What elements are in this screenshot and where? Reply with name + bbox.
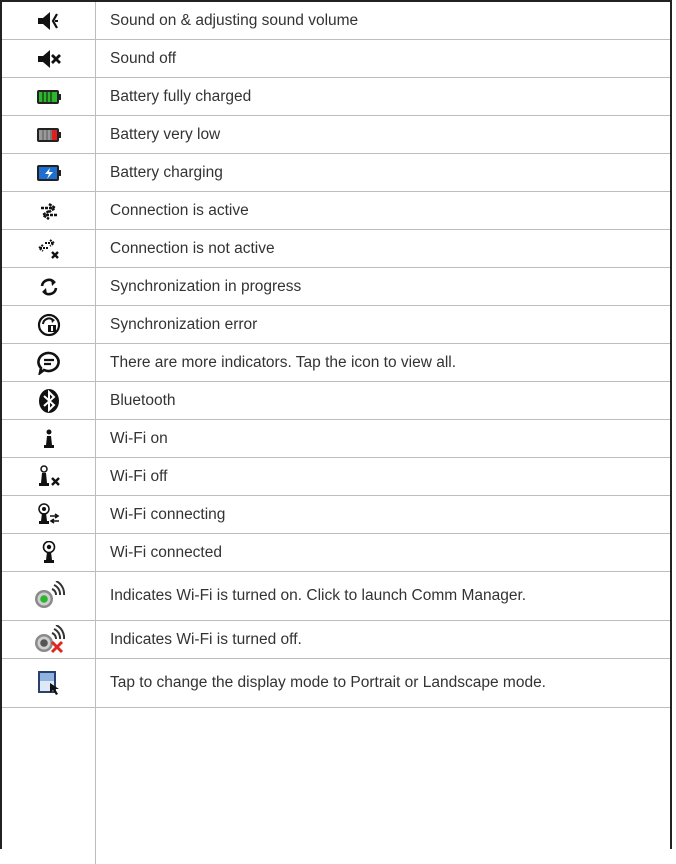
row-label: Tap to change the display mode to Portra… [110, 674, 546, 691]
table-row: Tap to change the display mode to Portra… [2, 659, 670, 708]
sound-off-icon [36, 49, 62, 69]
table-row: Indicates Wi-Fi is turned on. Click to l… [2, 572, 670, 621]
table-row: Synchronization in progress [2, 268, 670, 306]
table-row: Wi-Fi connecting [2, 496, 670, 534]
comm-manager-wifi-on-icon [33, 581, 65, 611]
row-label: Battery very low [110, 125, 221, 143]
row-label: Connection is not active [110, 239, 275, 257]
row-label: There are more indicators. Tap the icon … [110, 353, 457, 371]
display-mode-icon [36, 669, 62, 697]
wifi-on-icon [42, 429, 56, 449]
wifi-off-icon [36, 464, 62, 489]
empty-row [2, 708, 670, 864]
table-row: Connection is active [2, 192, 670, 230]
table-row: Battery fully charged [2, 78, 670, 116]
row-label: Battery fully charged [110, 87, 252, 105]
row-label: Wi-Fi connecting [110, 505, 226, 523]
row-label: Indicates Wi-Fi is turned on. Click to l… [110, 587, 527, 604]
table-row: Wi-Fi on [2, 420, 670, 458]
wifi-connecting-icon [36, 502, 62, 527]
row-label: Battery charging [110, 163, 223, 181]
row-label: Sound off [110, 49, 177, 67]
table-row: Bluetooth [2, 382, 670, 420]
table-row: Sound on & adjusting sound volume [2, 2, 670, 40]
table-row: Connection is not active [2, 230, 670, 268]
more-indicators-icon [36, 351, 61, 375]
table-row: Battery very low [2, 116, 670, 154]
row-label: Wi-Fi off [110, 467, 168, 485]
table-row: Indicates Wi-Fi is turned off. [2, 621, 670, 659]
row-label: Bluetooth [110, 391, 176, 409]
battery-full-icon [36, 89, 62, 105]
wifi-connected-icon [40, 540, 58, 565]
table-row: Battery charging [2, 154, 670, 192]
table-row: Wi-Fi off [2, 458, 670, 496]
row-label: Connection is active [110, 201, 249, 219]
comm-manager-wifi-off-icon [33, 624, 65, 655]
indicator-table: Sound on & adjusting sound volume Sound … [2, 2, 670, 864]
table-row: Sound off [2, 40, 670, 78]
connection-active-icon [37, 200, 61, 222]
sync-error-icon [37, 313, 61, 337]
battery-low-icon [36, 127, 62, 143]
bluetooth-icon [38, 388, 60, 414]
row-label: Synchronization error [110, 315, 258, 333]
row-label: Wi-Fi connected [110, 543, 222, 561]
sound-on-icon [36, 10, 62, 32]
table-row: Wi-Fi connected [2, 534, 670, 572]
table-row: There are more indicators. Tap the icon … [2, 344, 670, 382]
sync-icon [38, 276, 60, 298]
row-label: Indicates Wi-Fi is turned off. [110, 630, 302, 648]
battery-charging-icon [36, 164, 62, 182]
row-label: Sound on & adjusting sound volume [110, 11, 359, 29]
row-label: Synchronization in progress [110, 277, 302, 295]
connection-inactive-icon [36, 237, 62, 261]
row-label: Wi-Fi on [110, 429, 168, 447]
table-row: Synchronization error [2, 306, 670, 344]
